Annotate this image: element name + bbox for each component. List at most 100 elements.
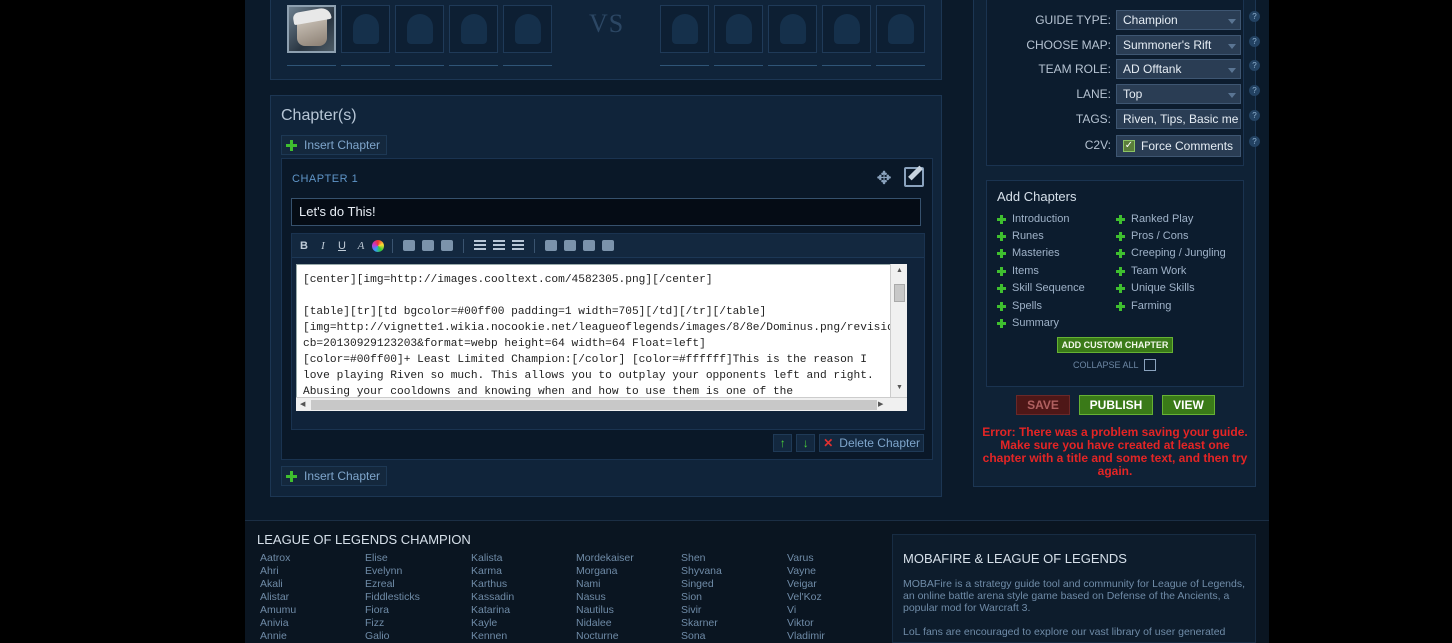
force-comments-toggle[interactable]: ✓ Force Comments xyxy=(1116,135,1241,157)
add-chapter-introduction[interactable]: Introduction xyxy=(997,213,1069,225)
enemy-slot[interactable] xyxy=(822,5,871,53)
champion-link[interactable]: Karma xyxy=(471,565,514,578)
champion-slot-riven[interactable] xyxy=(287,5,336,53)
collapse-all-button[interactable]: COLLAPSE ALL xyxy=(1073,359,1156,371)
champion-link[interactable]: Nami xyxy=(576,578,634,591)
table-icon[interactable] xyxy=(583,240,595,251)
enemy-slot[interactable] xyxy=(876,5,925,53)
champion-slot[interactable] xyxy=(395,5,444,53)
champion-link[interactable]: Evelynn xyxy=(365,565,420,578)
champion-link[interactable]: Nasus xyxy=(576,591,634,604)
champion-link[interactable]: Fiora xyxy=(365,604,420,617)
image-icon[interactable] xyxy=(441,240,453,251)
edit-icon[interactable] xyxy=(904,167,924,187)
add-chapter-creeping-jungling[interactable]: Creeping / Jungling xyxy=(1116,247,1226,259)
item-insert-icon[interactable] xyxy=(564,240,576,251)
champion-link[interactable]: Nidalee xyxy=(576,617,634,630)
champion-link[interactable]: Elise xyxy=(365,552,420,565)
help-icon[interactable]: ? xyxy=(1249,60,1260,71)
champion-slot[interactable] xyxy=(341,5,390,53)
champion-link[interactable]: Shen xyxy=(681,552,722,565)
champion-link[interactable]: Sona xyxy=(681,630,722,643)
enemy-slot[interactable] xyxy=(768,5,817,53)
delete-chapter-button[interactable]: ✕ Delete Chapter xyxy=(819,434,924,452)
champion-link[interactable]: Sion xyxy=(681,591,722,604)
champion-link[interactable]: Morgana xyxy=(576,565,634,578)
champion-link[interactable]: Shyvana xyxy=(681,565,722,578)
chapter-title-input[interactable]: Let's do This! xyxy=(291,198,921,226)
scroll-left-arrow-icon[interactable]: ◀ xyxy=(300,400,305,408)
link-icon[interactable] xyxy=(422,240,434,251)
guide-type-select[interactable]: Champion xyxy=(1116,10,1241,30)
insert-chapter-button[interactable]: Insert Chapter xyxy=(281,135,388,155)
champion-link[interactable]: Alistar xyxy=(260,591,296,604)
champion-link[interactable]: Fiddlesticks xyxy=(365,591,420,604)
help-icon[interactable]: ? xyxy=(1249,11,1260,22)
italic-button[interactable]: I xyxy=(315,238,331,254)
vertical-scrollbar[interactable]: ▲ ▼ xyxy=(890,264,907,411)
insert-chapter-button-bottom[interactable]: Insert Chapter xyxy=(281,466,388,486)
champion-link[interactable]: Vladimir xyxy=(787,630,825,643)
numbered-list-icon[interactable] xyxy=(493,240,505,251)
help-icon[interactable]: ? xyxy=(1249,110,1260,121)
champion-insert-icon[interactable] xyxy=(545,240,557,251)
font-button[interactable]: A xyxy=(353,238,369,254)
champion-link[interactable]: Anivia xyxy=(260,617,296,630)
champion-link[interactable]: Karthus xyxy=(471,578,514,591)
champion-link[interactable]: Ezreal xyxy=(365,578,420,591)
add-chapter-skill-sequence[interactable]: Skill Sequence xyxy=(997,282,1085,294)
publish-button[interactable]: PUBLISH xyxy=(1079,395,1153,415)
champion-link[interactable]: Vel'Koz xyxy=(787,591,825,604)
team-role-select[interactable]: AD Offtank xyxy=(1116,59,1241,79)
tags-input[interactable]: Riven, Tips, Basic me xyxy=(1116,109,1241,129)
help-icon[interactable]: ? xyxy=(1249,136,1260,147)
champion-link[interactable]: Kayle xyxy=(471,617,514,630)
add-chapter-farming[interactable]: Farming xyxy=(1116,300,1171,312)
champion-link[interactable]: Nautilus xyxy=(576,604,634,617)
champion-link[interactable]: Akali xyxy=(260,578,296,591)
help-icon[interactable]: ? xyxy=(1249,85,1260,96)
add-chapter-summary[interactable]: Summary xyxy=(997,317,1059,329)
add-chapter-spells[interactable]: Spells xyxy=(997,300,1042,312)
champion-link[interactable]: Sivir xyxy=(681,604,722,617)
scroll-up-arrow-icon[interactable]: ▲ xyxy=(896,267,903,274)
add-chapter-ranked-play[interactable]: Ranked Play xyxy=(1116,213,1193,225)
enemy-slot[interactable] xyxy=(660,5,709,53)
bold-button[interactable]: B xyxy=(296,238,312,254)
champion-link[interactable]: Nocturne xyxy=(576,630,634,643)
move-down-button[interactable]: ↓ xyxy=(796,434,816,452)
champion-link[interactable]: Mordekaiser xyxy=(576,552,634,565)
choose-map-select[interactable]: Summoner's Rift xyxy=(1116,35,1241,55)
emoticon-icon[interactable] xyxy=(403,240,415,251)
champion-link[interactable]: Viktor xyxy=(787,617,825,630)
horizontal-scrollbar[interactable]: ◀ ▶ xyxy=(296,397,907,411)
champion-link[interactable]: Kennen xyxy=(471,630,514,643)
champion-link[interactable]: Fizz xyxy=(365,617,420,630)
scroll-thumb[interactable] xyxy=(894,284,905,302)
champion-link[interactable]: Vayne xyxy=(787,565,825,578)
add-chapter-unique-skills[interactable]: Unique Skills xyxy=(1116,282,1195,294)
add-chapter-masteries[interactable]: Masteries xyxy=(997,247,1060,259)
checkbox-icon[interactable]: ✓ xyxy=(1123,140,1135,152)
enemy-slot[interactable] xyxy=(714,5,763,53)
save-button[interactable]: SAVE xyxy=(1016,395,1070,415)
help-icon[interactable]: ? xyxy=(1249,36,1260,47)
champion-link[interactable]: Singed xyxy=(681,578,722,591)
scroll-down-arrow-icon[interactable]: ▼ xyxy=(896,384,903,391)
scroll-thumb[interactable] xyxy=(311,400,877,410)
move-up-button[interactable]: ↑ xyxy=(773,434,793,452)
champion-link[interactable]: Galio xyxy=(365,630,420,643)
champion-link[interactable]: Katarina xyxy=(471,604,514,617)
champion-link[interactable]: Aatrox xyxy=(260,552,296,565)
add-chapter-items[interactable]: Items xyxy=(997,265,1039,277)
add-chapter-pros-cons[interactable]: Pros / Cons xyxy=(1116,230,1188,242)
champion-slot[interactable] xyxy=(449,5,498,53)
underline-button[interactable]: U xyxy=(334,238,350,254)
preview-icon[interactable] xyxy=(602,240,614,251)
champion-link[interactable]: Amumu xyxy=(260,604,296,617)
scroll-right-arrow-icon[interactable]: ▶ xyxy=(878,400,883,408)
chapter-body-textarea[interactable]: [center][img=http://images.cooltext.com/… xyxy=(296,264,907,411)
view-button[interactable]: VIEW xyxy=(1162,395,1215,415)
champion-link[interactable]: Veigar xyxy=(787,578,825,591)
indent-icon[interactable] xyxy=(512,240,524,251)
